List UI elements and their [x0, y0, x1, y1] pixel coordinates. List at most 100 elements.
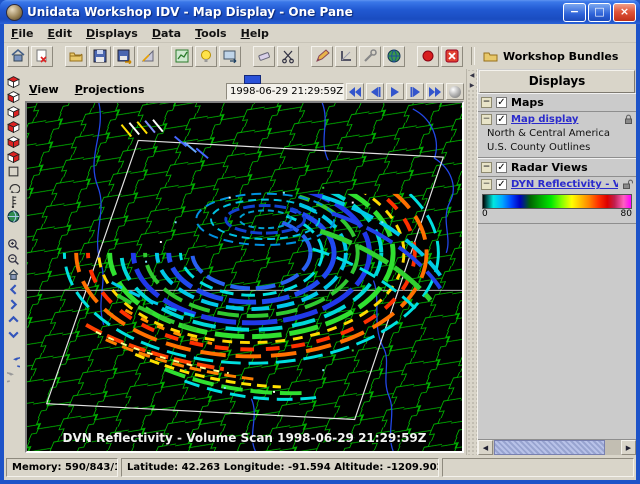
maximize-button[interactable]: □ [588, 3, 611, 22]
rotate-view-icon [7, 180, 20, 193]
pan-right-icon [7, 298, 20, 311]
menu-edit[interactable]: Edit [48, 27, 72, 40]
idea-button[interactable] [195, 46, 217, 67]
checkbox-checked-icon[interactable]: ✓ [496, 97, 507, 108]
step-forward-icon [410, 87, 421, 97]
collapse-icon[interactable]: − [481, 114, 492, 125]
fast-forward-button[interactable] [426, 83, 444, 100]
workshop-bundles[interactable]: Workshop Bundles [483, 50, 618, 63]
view-east-button[interactable] [6, 119, 21, 133]
edit-button[interactable] [311, 46, 333, 67]
display-label: DVN Reflectivity - Volume Scan 1998-06-2… [27, 431, 462, 445]
globe-view-button[interactable] [6, 209, 21, 223]
new-remove-button[interactable] [31, 46, 53, 67]
view-west-button[interactable] [6, 149, 21, 163]
play-button[interactable] [386, 83, 404, 100]
minimize-button[interactable]: − [563, 3, 586, 22]
step-back-button[interactable] [366, 83, 384, 100]
collapse-icon[interactable]: − [481, 179, 492, 190]
splitter-collapse-left[interactable]: ◀ [468, 71, 476, 80]
horizontal-scrollbar[interactable]: ◀ ▶ [478, 439, 636, 455]
redo-button[interactable] [6, 370, 21, 384]
menu-projections[interactable]: Projections [75, 83, 145, 96]
radar-display-link[interactable]: DYN Reflectivity - Volu... [511, 179, 618, 190]
scrollbar-thumb[interactable] [494, 440, 605, 455]
globe-view-icon [7, 210, 20, 223]
fast-forward-icon [429, 87, 441, 97]
pan-up-button[interactable] [6, 312, 21, 326]
capture-button[interactable] [219, 46, 241, 67]
pan-right-button[interactable] [6, 297, 21, 311]
globe-button[interactable] [383, 46, 405, 67]
menu-data[interactable]: Data [152, 27, 181, 40]
checkbox-checked-icon[interactable]: ✓ [496, 162, 507, 173]
view-north-button[interactable] [6, 104, 21, 118]
view-bottom-button[interactable] [6, 89, 21, 103]
save-as-button[interactable] [113, 46, 135, 67]
time-slider[interactable] [226, 74, 346, 83]
view-header: View Projections 1998-06-29 21:29:59Z ▼ [23, 69, 466, 101]
menu-tools[interactable]: Tools [195, 27, 226, 40]
scroll-left-icon[interactable]: ◀ [478, 440, 493, 455]
collapse-icon[interactable]: − [481, 97, 492, 108]
reflectivity-colorbar[interactable] [482, 194, 632, 209]
menu-help[interactable]: Help [241, 27, 269, 40]
home-view-button[interactable] [6, 267, 21, 281]
scrollbar-track[interactable] [493, 440, 621, 455]
step-forward-button[interactable] [406, 83, 424, 100]
view-top-button[interactable] [6, 74, 21, 88]
cancel-icon [444, 48, 460, 64]
angle-button[interactable] [335, 46, 357, 67]
rewind-button[interactable] [346, 83, 364, 100]
checkbox-checked-icon[interactable]: ✓ [496, 179, 507, 190]
menu-displays[interactable]: Displays [86, 27, 138, 40]
zoom-in-button[interactable] [6, 237, 21, 251]
main-area: View Projections 1998-06-29 21:29:59Z ▼ [4, 69, 636, 455]
drawing-button[interactable] [137, 46, 159, 67]
map-layer-item[interactable]: North & Central America [487, 128, 633, 139]
pan-left-button[interactable] [6, 282, 21, 296]
pan-down-button[interactable] [6, 327, 21, 341]
erase-button[interactable] [253, 46, 275, 67]
play-icon [390, 87, 400, 97]
splitter-collapse-right[interactable]: ▶ [468, 81, 476, 90]
view-south-button[interactable] [6, 134, 21, 148]
map-3d-view[interactable]: DVN Reflectivity - Volume Scan 1998-06-2… [25, 101, 464, 453]
collapse-icon[interactable]: − [481, 162, 492, 173]
pan-up-icon [7, 313, 20, 326]
map-display-link[interactable]: Map display [511, 114, 620, 125]
chart-button[interactable] [171, 46, 193, 67]
tools-icon [362, 48, 378, 64]
scroll-right-icon[interactable]: ▶ [621, 440, 636, 455]
pan-down-icon [7, 328, 20, 341]
cut-button[interactable] [277, 46, 299, 67]
time-dropdown[interactable]: 1998-06-29 21:29:59Z ▼ [226, 83, 344, 100]
rotate-view-button[interactable] [6, 179, 21, 193]
title-bar[interactable]: Unidata Workshop IDV - Map Display - One… [0, 0, 640, 24]
open-button[interactable] [65, 46, 87, 67]
tools-button[interactable] [359, 46, 381, 67]
map-layer-item[interactable]: U.S. County Outlines [487, 142, 633, 153]
panel-splitter[interactable]: ◀ ▶ [466, 69, 477, 455]
cancel-button[interactable] [441, 46, 463, 67]
menu-file[interactable]: File [11, 27, 34, 40]
checkbox-checked-icon[interactable]: ✓ [496, 114, 507, 125]
record-button[interactable] [417, 46, 439, 67]
zoom-out-button[interactable] [6, 252, 21, 266]
loop-button[interactable] [446, 83, 464, 100]
menu-view[interactable]: View [29, 83, 59, 96]
time-slider-thumb[interactable] [244, 75, 261, 84]
unlock-icon[interactable] [622, 179, 633, 190]
tab-displays[interactable]: Displays [479, 70, 635, 93]
close-button[interactable]: × [613, 3, 636, 22]
eraser-icon [256, 48, 272, 64]
vertical-scale-icon [7, 195, 20, 208]
parallel-view-button[interactable] [6, 164, 21, 178]
home-button[interactable] [7, 46, 29, 67]
zoom-in-icon [7, 238, 20, 251]
undo-button[interactable] [6, 355, 21, 369]
vertical-scale-button[interactable] [6, 194, 21, 208]
chart-icon [174, 48, 190, 64]
save-button[interactable] [89, 46, 111, 67]
lock-icon[interactable] [624, 114, 633, 125]
